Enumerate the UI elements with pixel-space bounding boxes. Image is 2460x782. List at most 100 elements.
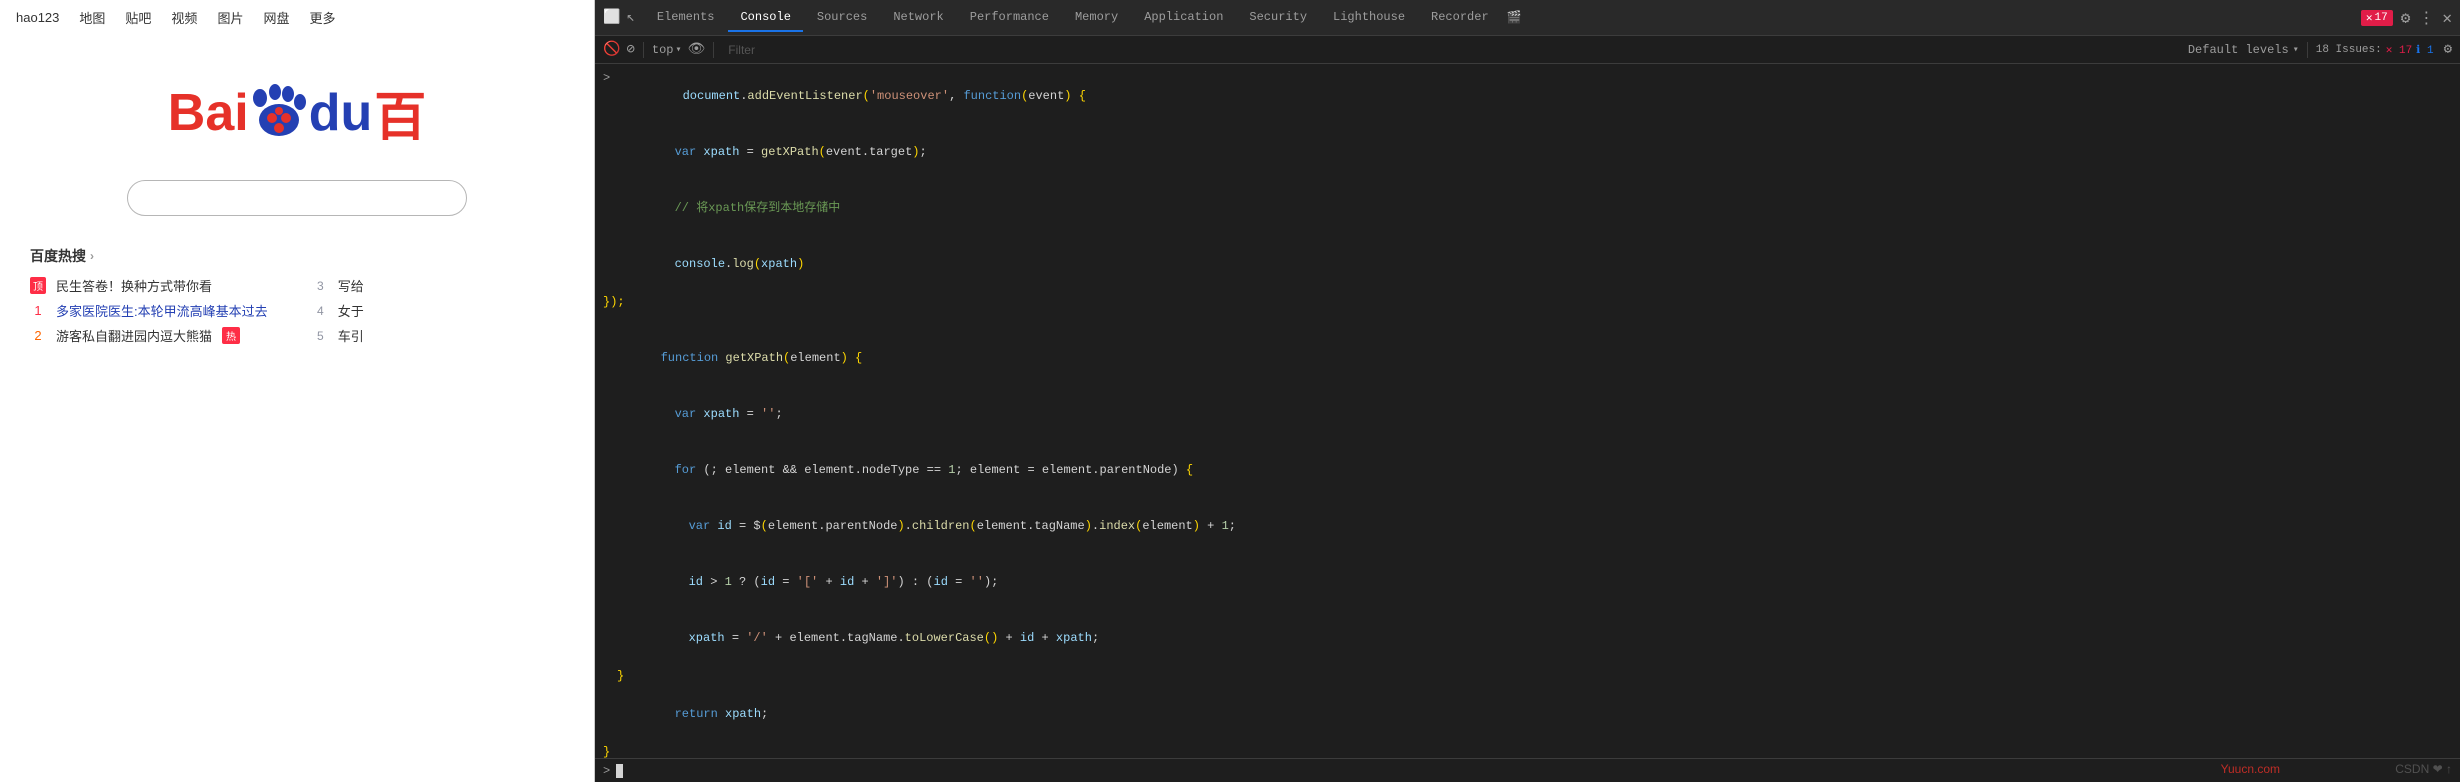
devtools-panel: ⬜ ↖ Elements Console Sources Network Per… [595, 0, 2460, 782]
settings-gear-icon[interactable]: ⚙ [2401, 8, 2411, 28]
console-line-5: function getXPath(element) { [595, 330, 2460, 386]
code-text: document.addEventListener('mouseover', f… [625, 69, 1086, 123]
hot-search-title: 百度热搜 › [30, 246, 564, 266]
hot-rank-r2: 5 [317, 329, 324, 343]
hot-item-r1: 4 女于 [317, 301, 564, 320]
hot-rank-r0: 3 [317, 279, 324, 293]
code-text: console.log(xpath) [617, 237, 804, 291]
recorder-icon: 🎬 [1507, 10, 1522, 25]
tab-console[interactable]: Console [728, 4, 802, 32]
toolbar-separator-3 [2307, 42, 2308, 58]
tab-sources[interactable]: Sources [805, 4, 879, 32]
tab-elements[interactable]: Elements [645, 4, 727, 32]
console-line-12: return xpath; [595, 686, 2460, 742]
yuucn-watermark: Yuucn.com [2221, 762, 2280, 776]
code-text: var id = $(element.parentNode).children(… [631, 499, 1236, 553]
hot-rank-top-icon: 顶 [30, 277, 46, 294]
filter-icon[interactable]: ⊘ [626, 41, 634, 58]
code-text: } [603, 743, 610, 758]
chevron-down-icon-2: ▾ [2293, 44, 2299, 56]
top-context-selector[interactable]: top ▾ [652, 43, 682, 57]
hot-rank-2: 2 [30, 328, 46, 343]
baidu-logo: Bai du 百 [168, 75, 426, 150]
tab-network[interactable]: Network [881, 4, 955, 32]
console-line-11: } [595, 666, 2460, 686]
logo-bai: Bai [168, 83, 249, 143]
code-text: // 将xpath保存到本地存储中 [617, 181, 840, 235]
issues-badge: 18 Issues: ✕ 17 ℹ 1 [2316, 43, 2434, 57]
hot-link-0[interactable]: 民生答卷！换种方式带你看 [56, 276, 212, 295]
hot-link-2[interactable]: 游客私自翻进园内逗大熊猫 [56, 326, 212, 345]
issues-settings-icon[interactable]: ⚙ [2444, 41, 2452, 58]
issues-red-count: ✕ 17 [2386, 43, 2412, 57]
hot-link-r0[interactable]: 写给 [338, 276, 364, 295]
baidu-paw-icon [250, 82, 308, 144]
nav-tieba[interactable]: 贴吧 [125, 8, 151, 27]
code-text: return xpath; [617, 687, 768, 741]
devtools-close-icon[interactable]: ✕ [2442, 8, 2452, 28]
csdn-watermark: CSDN ❤ ↑ [2395, 762, 2452, 776]
nav-map[interactable]: 地图 [79, 8, 105, 27]
tab-recorder[interactable]: Recorder [1419, 4, 1501, 32]
tab-performance[interactable]: Performance [958, 4, 1061, 32]
console-line-1: var xpath = getXPath(event.target); [595, 124, 2460, 180]
code-text: }); [603, 293, 625, 311]
console-caret-icon: > [603, 764, 610, 778]
error-x-icon: ✕ [2366, 11, 2373, 25]
hot-item-r0: 3 写给 [317, 276, 564, 295]
hot-items-container: 顶 民生答卷！换种方式带你看 1 多家医院医生:本轮甲流高峰基本过去 2 游客私… [30, 276, 564, 345]
devtools-device-icon[interactable]: ⬜ [603, 9, 620, 26]
console-line-13: } [595, 742, 2460, 758]
hot-item-2: 2 游客私自翻进园内逗大熊猫 热 [30, 326, 277, 345]
console-line-8: var id = $(element.parentNode).children(… [595, 498, 2460, 554]
console-output[interactable]: > document.addEventListener('mouseover',… [595, 64, 2460, 758]
devtools-top-icons: ✕ 17 ⚙ ⋮ ✕ [2361, 8, 2452, 28]
console-input-line: > [595, 758, 2460, 782]
tab-application[interactable]: Application [1132, 4, 1235, 32]
devtools-inspect-icon[interactable]: ↖ [626, 9, 634, 26]
console-line-10: xpath = '/' + element.tagName.toLowerCas… [595, 610, 2460, 666]
toolbar-separator-2 [713, 42, 714, 58]
nav-hao123[interactable]: hao123 [16, 10, 59, 25]
devtools-tabbar: ⬜ ↖ Elements Console Sources Network Per… [595, 0, 2460, 36]
filter-input[interactable] [722, 41, 2182, 59]
devtools-more-icon[interactable]: ⋮ [2418, 8, 2434, 28]
chevron-down-icon: ▾ [675, 44, 681, 56]
nav-netdisk[interactable]: 网盘 [263, 8, 289, 27]
eye-icon[interactable]: 👁 [688, 41, 706, 58]
hot-badge-hot: 热 [222, 327, 240, 344]
issues-blue-count: ℹ 1 [2416, 43, 2433, 57]
hot-link-r2[interactable]: 车引 [338, 326, 364, 345]
hot-item-0: 顶 民生答卷！换种方式带你看 [30, 276, 277, 295]
console-line-9: id > 1 ? (id = '[' + id + ']') : (id = '… [595, 554, 2460, 610]
code-text: var xpath = getXPath(event.target); [617, 125, 927, 179]
console-line-6: var xpath = ''; [595, 386, 2460, 442]
search-area [0, 170, 594, 236]
code-text: } [617, 667, 624, 685]
hot-link-1[interactable]: 多家医院医生:本轮甲流高峰基本过去 [56, 301, 268, 320]
tab-memory[interactable]: Memory [1063, 4, 1130, 32]
tab-lighthouse[interactable]: Lighthouse [1321, 4, 1417, 32]
hot-rank-r1: 4 [317, 304, 324, 318]
nav-image[interactable]: 图片 [217, 8, 243, 27]
clear-console-icon[interactable]: 🚫 [603, 41, 620, 58]
console-line-3: console.log(xpath) [595, 236, 2460, 292]
browser-page: hao123 地图 贴吧 视频 图片 网盘 更多 Bai [0, 0, 595, 782]
hot-rank-1: 1 [30, 303, 46, 318]
nav-more[interactable]: 更多 [309, 8, 335, 27]
hot-items-left: 顶 民生答卷！换种方式带你看 1 多家医院医生:本轮甲流高峰基本过去 2 游客私… [30, 276, 277, 345]
search-input[interactable] [127, 180, 467, 216]
nav-video[interactable]: 视频 [171, 8, 197, 27]
devtools-toolbar: 🚫 ⊘ top ▾ 👁 Default levels ▾ 18 Issues: … [595, 36, 2460, 64]
hot-item-r2: 5 车引 [317, 326, 564, 345]
hot-search-section: 百度热搜 › 顶 民生答卷！换种方式带你看 1 多家医院医生:本轮甲流高峰基本过… [0, 236, 594, 355]
code-text: var xpath = ''; [617, 387, 783, 441]
console-line-7: for (; element && element.nodeType == 1;… [595, 442, 2460, 498]
hot-link-r1[interactable]: 女于 [338, 301, 364, 320]
default-levels-selector[interactable]: Default levels ▾ [2188, 43, 2299, 57]
tab-security[interactable]: Security [1237, 4, 1319, 32]
console-blank [595, 312, 2460, 330]
error-count-badge: ✕ 17 [2361, 10, 2393, 26]
top-nav: hao123 地图 贴吧 视频 图片 网盘 更多 [0, 0, 594, 35]
error-count: 17 [2375, 12, 2388, 24]
